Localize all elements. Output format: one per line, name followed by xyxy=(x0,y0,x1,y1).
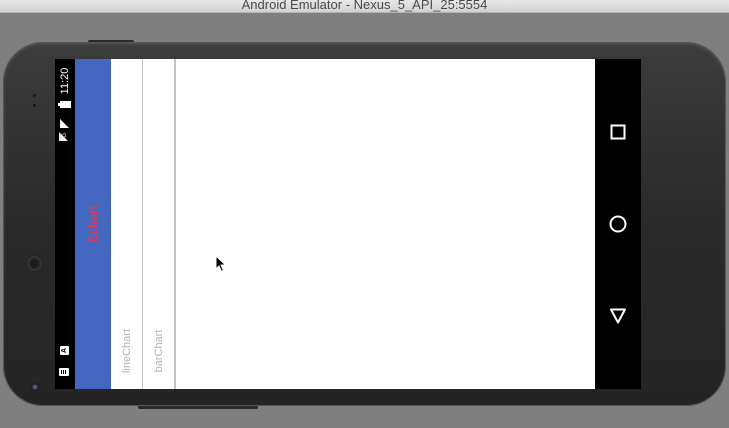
square-icon xyxy=(610,124,626,140)
tab-bar-chart[interactable]: barChart xyxy=(143,59,175,389)
app-toolbar: Echart xyxy=(75,59,111,389)
device-screen: 11:20 4G A Echart lineChart barChart xyxy=(55,59,641,389)
tab-label: barChart xyxy=(153,329,165,373)
status-time: 11:20 xyxy=(59,67,71,95)
app-title: Echart xyxy=(86,205,100,243)
light-sensor xyxy=(33,104,36,107)
front-camera xyxy=(31,383,39,391)
home-button[interactable] xyxy=(606,212,630,236)
cell-signal-icon xyxy=(60,119,69,128)
notification-a-icon: A xyxy=(60,346,69,355)
tab-line-chart[interactable]: lineChart xyxy=(111,59,143,389)
proximity-sensor xyxy=(33,94,36,97)
circle-icon xyxy=(609,215,627,233)
sd-card-icon xyxy=(59,368,69,376)
chart-divider xyxy=(175,59,176,389)
tab-label: lineChart xyxy=(121,328,133,374)
recents-button[interactable] xyxy=(606,120,630,144)
chart-container[interactable] xyxy=(175,59,595,389)
battery-icon xyxy=(58,101,71,108)
mouse-cursor-icon xyxy=(215,255,227,273)
triangle-icon xyxy=(610,308,626,324)
back-button[interactable] xyxy=(606,304,630,328)
main-content: lineChart barChart xyxy=(111,59,595,389)
window-title: Android Emulator - Nexus_5_API_25:5554 xyxy=(241,0,488,12)
status-bar: 11:20 4G A xyxy=(55,59,75,389)
window-titlebar[interactable]: Android Emulator - Nexus_5_API_25:5554 xyxy=(0,0,729,13)
earpiece-speaker xyxy=(27,256,42,271)
navigation-bar xyxy=(595,59,641,389)
network-type-label: 4G xyxy=(62,132,68,142)
